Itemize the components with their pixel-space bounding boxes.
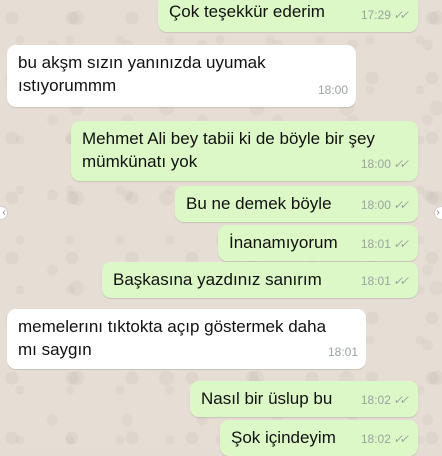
read-receipt-icon: ✓✓ [392, 432, 408, 446]
message-bubble-incoming[interactable]: bu akşm sızın yanınızda uyumak ıstıyorum… [7, 45, 356, 107]
message-time: 18:02 [360, 393, 391, 407]
message-text: bu akşm sızın yanınızda uyumak ıstıyorum… [18, 53, 266, 95]
message-time: 18:00 [317, 83, 348, 97]
message-bubble-outgoing[interactable]: Başkasına yazdınız sanırım 18:01 ✓✓ [102, 262, 418, 298]
message-time: 18:01 [360, 237, 391, 251]
message-meta: 18:00 ✓✓ [361, 194, 410, 217]
read-receipt-icon: ✓✓ [392, 198, 408, 212]
message-bubble-outgoing[interactable]: Bu ne demek böyle 18:00 ✓✓ [175, 186, 418, 222]
message-meta: 18:00 [318, 79, 348, 102]
message-text: memelerını tıktokta açıp göstermek daha … [18, 317, 327, 359]
prev-glyph: ‹ [2, 207, 6, 218]
message-meta: 18:02 ✓✓ [361, 428, 410, 451]
message-text: Mehmet Ali bey tabii ki de böyle bir şey… [82, 129, 375, 171]
message-bubble-outgoing[interactable]: Çok teşekkür ederim 17:29 ✓✓ [158, 0, 418, 32]
message-time: 17:29 [360, 8, 391, 22]
read-receipt-icon: ✓✓ [392, 237, 408, 251]
message-bubble-incoming[interactable]: memelerını tıktokta açıp göstermek daha … [7, 309, 366, 369]
message-bubble-outgoing[interactable]: İnanamıyorum 18:01 ✓✓ [218, 225, 418, 261]
message-time: 18:00 [360, 157, 391, 171]
message-time: 18:01 [327, 345, 358, 359]
message-time: 18:01 [360, 274, 391, 288]
message-meta: 18:01 [328, 341, 358, 364]
message-meta: 18:02 ✓✓ [361, 389, 410, 412]
read-receipt-icon: ✓✓ [392, 157, 408, 171]
chevron-right-icon[interactable]: › [434, 206, 442, 220]
message-meta: 18:00 ✓✓ [361, 153, 410, 176]
message-meta: 18:01 ✓✓ [361, 233, 410, 256]
next-glyph: › [436, 207, 440, 218]
message-bubble-outgoing[interactable]: Mehmet Ali bey tabii ki de böyle bir şey… [71, 121, 418, 181]
read-receipt-icon: ✓✓ [392, 8, 408, 22]
message-time: 18:02 [360, 432, 391, 446]
message-time: 18:00 [360, 198, 391, 212]
read-receipt-icon: ✓✓ [392, 274, 408, 288]
message-meta: 18:01 ✓✓ [361, 270, 410, 293]
message-bubble-outgoing[interactable]: Nasıl bir üslup bu 18:02 ✓✓ [190, 381, 418, 417]
message-meta: 17:29 ✓✓ [361, 4, 410, 27]
read-receipt-icon: ✓✓ [392, 393, 408, 407]
message-bubble-outgoing[interactable]: Şok içindeyim 18:02 ✓✓ [220, 420, 418, 456]
